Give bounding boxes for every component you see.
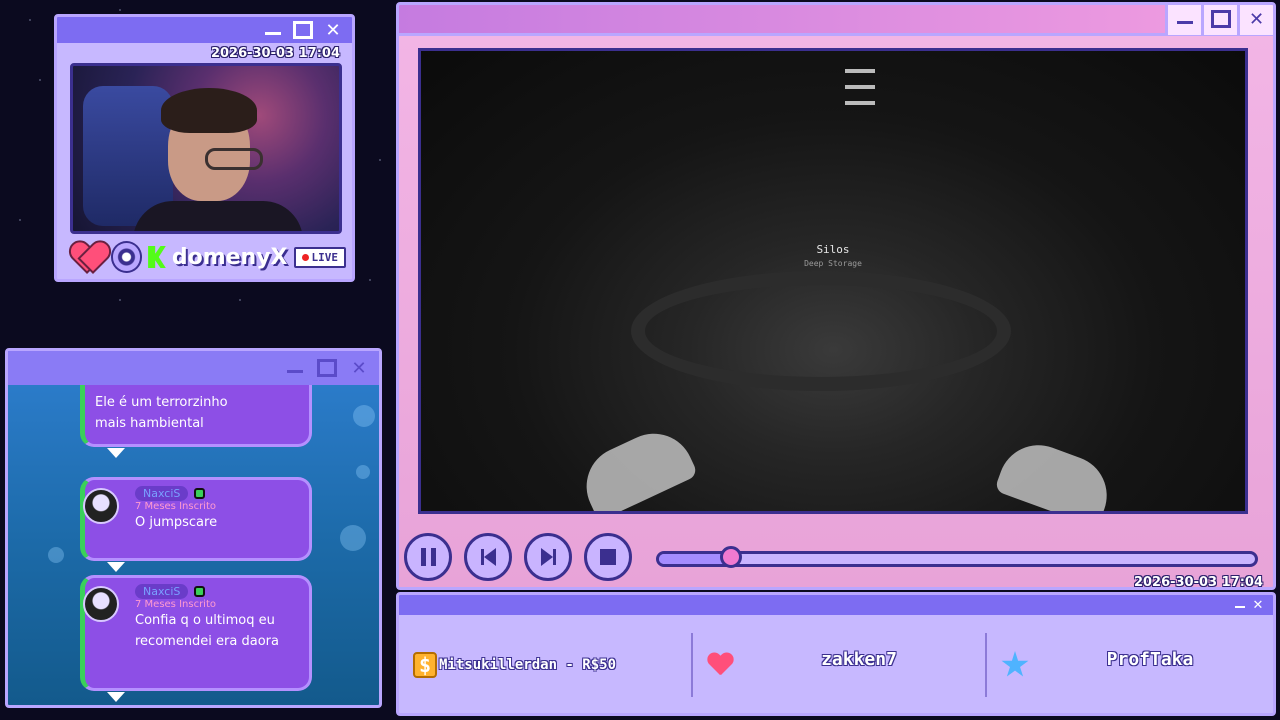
person-glasses [205, 148, 263, 170]
close-icon[interactable]: ✕ [1251, 597, 1265, 613]
person-hair [161, 88, 257, 133]
close-icon[interactable]: ✕ [1237, 5, 1273, 35]
streamer-bar: domenyX LIVE [71, 239, 346, 275]
webcam-window: ✕ 2026-30-03 17:04 domenyX LIVE [54, 14, 355, 282]
last-donation: $ Mitsukillerdan - R$50 [399, 633, 691, 697]
live-badge: LIVE [293, 246, 346, 268]
pause-button[interactable] [404, 533, 452, 581]
webcam-timestamp: 2026-30-03 17:04 [210, 46, 340, 61]
vinyl-disc-icon [110, 241, 143, 273]
subscription-label: 7 Meses Inscrito [135, 599, 216, 610]
webcam-titlebar[interactable]: ✕ [57, 17, 352, 43]
minimize-icon[interactable] [262, 19, 284, 41]
chat-message: Ele é um terrorzinho mais hambiental [80, 385, 312, 458]
message-text: recomendei era daora [135, 634, 279, 649]
alerts-window: ✕ $ Mitsukillerdan - R$50 zakken7 ProfTa… [396, 592, 1276, 716]
ceiling-vent [845, 69, 875, 105]
alerts-titlebar[interactable]: ✕ [399, 595, 1273, 615]
avatar [83, 586, 119, 622]
avatar [83, 488, 119, 524]
last-subscriber: ProfTaka [985, 633, 1273, 697]
previous-icon [481, 548, 496, 566]
message-text: O jumpscare [135, 515, 218, 530]
kick-logo-icon [148, 246, 166, 268]
minimize-icon[interactable] [1165, 5, 1201, 35]
next-button[interactable] [524, 533, 572, 581]
location-title: Silos [816, 243, 850, 256]
heart-icon [707, 653, 735, 677]
person-body [133, 201, 303, 231]
seek-bar[interactable] [656, 546, 1258, 568]
stop-icon [600, 549, 616, 565]
bubble-tail [107, 692, 125, 702]
chat-messages[interactable]: Ele é um terrorzinho mais hambiental Nax… [8, 385, 379, 705]
bubble-tail [107, 562, 125, 572]
recent-events: $ Mitsukillerdan - R$50 zakken7 ProfTaka [399, 615, 1273, 713]
chat-message: NaxciS 7 Meses Inscrito Confia q o ultim… [80, 575, 312, 702]
chatter-info: NaxciS [135, 486, 299, 501]
maximize-icon[interactable] [292, 19, 314, 41]
subscriber-name: ProfTaka [1106, 648, 1194, 670]
last-follower: zakken7 [691, 633, 985, 697]
stop-button[interactable] [584, 533, 632, 581]
chatter-name[interactable]: NaxciS [135, 584, 189, 599]
webcam-feed [70, 63, 342, 234]
seek-handle[interactable] [719, 546, 742, 568]
follower-name: zakken7 [821, 648, 897, 670]
pause-icon [420, 548, 436, 566]
chat-message: NaxciS 7 Meses Inscrito O jumpscare [80, 477, 312, 572]
previous-button[interactable] [464, 533, 512, 581]
minimize-icon[interactable] [283, 357, 307, 379]
maximize-icon[interactable] [1201, 5, 1237, 35]
live-label: LIVE [311, 250, 339, 264]
message-text: Ele é um terrorzinho [95, 395, 228, 410]
maximize-icon[interactable] [315, 357, 339, 379]
donation-text: Mitsukillerdan - R$50 [439, 657, 617, 673]
location-subtitle: Deep Storage [804, 259, 862, 268]
chat-titlebar[interactable]: ✕ [8, 351, 379, 385]
star-icon [1001, 651, 1029, 677]
right-hand [994, 433, 1118, 511]
subscriber-badge-icon [194, 488, 206, 499]
decor-bubble [353, 405, 375, 427]
floor-ring [631, 271, 1011, 391]
streamer-name: domenyX [171, 244, 288, 270]
player-timestamp: 2026-30-03 17:04 [1133, 575, 1263, 590]
dollar-icon: $ [413, 652, 437, 678]
decor-bubble [48, 547, 64, 563]
left-hand [573, 420, 699, 511]
game-screen: Silos Deep Storage [418, 48, 1248, 514]
bubble-tail [107, 448, 125, 458]
decor-bubble [356, 465, 370, 479]
chatter-info: NaxciS [135, 584, 299, 599]
minimize-icon[interactable] [1233, 597, 1247, 613]
close-icon[interactable]: ✕ [347, 357, 371, 379]
next-icon [541, 548, 556, 566]
decor-bubble [340, 525, 366, 551]
media-player-window: ✕ Silos Deep Storage 2026-30-03 17:04 [396, 2, 1276, 590]
message-text: mais hambiental [95, 416, 204, 431]
chat-window: ✕ Ele é um terrorzinho mais hambiental N… [5, 348, 382, 708]
chatter-name[interactable]: NaxciS [135, 486, 189, 501]
player-titlebar[interactable]: ✕ [399, 5, 1273, 36]
live-dot-icon [301, 253, 309, 261]
subscriber-badge-icon [194, 586, 206, 597]
subscription-label: 7 Meses Inscrito [135, 501, 216, 512]
playback-controls [404, 533, 632, 581]
close-icon[interactable]: ✕ [322, 19, 344, 41]
heart-icon [71, 242, 105, 272]
message-text: Confia q o ultimoq eu [135, 613, 275, 628]
